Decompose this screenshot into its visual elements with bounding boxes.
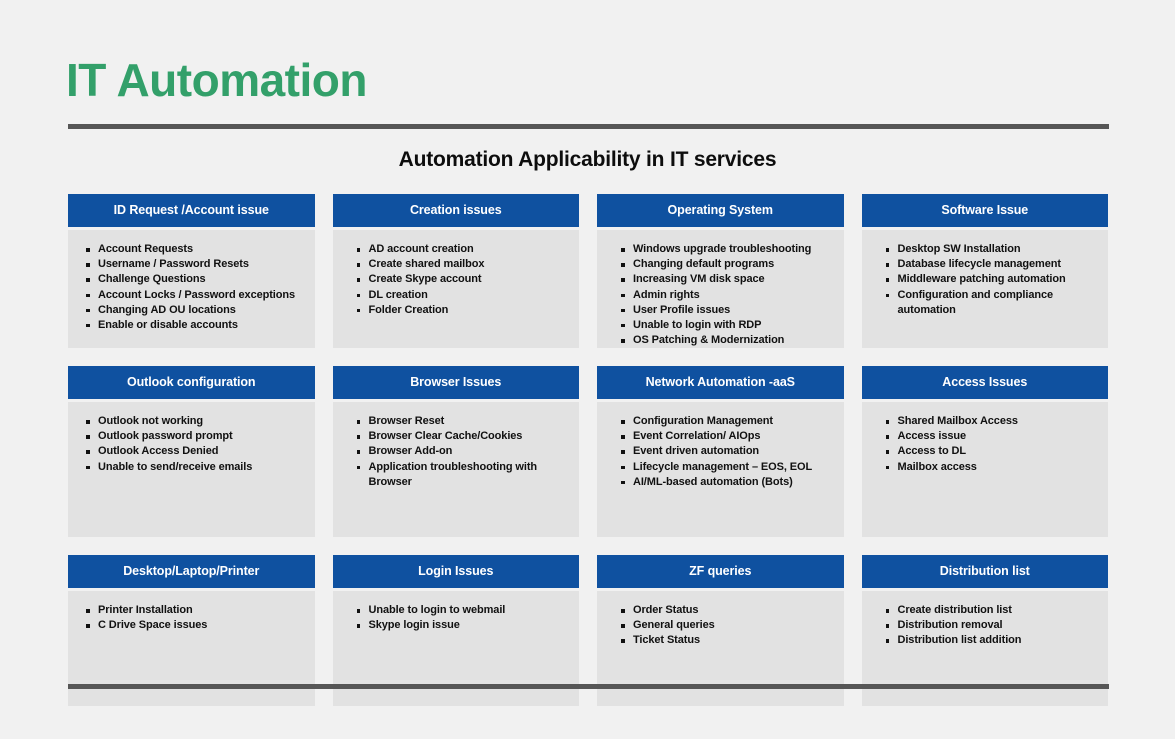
list-item: Browser Clear Cache/Cookies [356, 429, 570, 444]
list-item: Enable or disable accounts [86, 318, 305, 333]
divider-bottom [68, 684, 1109, 689]
list-item: Application troubleshooting with Browser [356, 460, 570, 490]
list-item: Folder Creation [356, 303, 570, 318]
list-item: Access to DL [885, 444, 1099, 459]
list-item: Database lifecycle management [885, 257, 1099, 272]
card-header: Distribution list [861, 555, 1108, 588]
list-item: Lifecycle management – EOS, EOL [621, 460, 834, 475]
list-item: Shared Mailbox Access [885, 414, 1099, 429]
card-header: Login Issues [332, 555, 579, 588]
card-item-list: Browser Reset Browser Clear Cache/Cookie… [349, 414, 570, 490]
card-body: Windows upgrade troubleshooting Changing… [597, 230, 844, 348]
list-item: Challenge Questions [86, 272, 305, 287]
card-software-issue[interactable]: Software Issue Desktop SW Installation D… [861, 194, 1108, 348]
list-item: AD account creation [356, 242, 570, 257]
card-header: Browser Issues [332, 366, 579, 399]
card-item-list: Printer Installation C Drive Space issue… [78, 603, 305, 633]
list-item: Admin rights [621, 288, 834, 303]
list-item: Printer Installation [86, 603, 305, 618]
slide-subtitle: Automation Applicability in IT services [398, 148, 777, 171]
card-body: Shared Mailbox Access Access issue Acces… [861, 402, 1108, 537]
list-item: Create shared mailbox [356, 257, 570, 272]
card-item-list: Account Requests Username / Password Res… [78, 242, 305, 333]
card-header: Desktop/Laptop/Printer [68, 555, 315, 588]
list-item: Username / Password Resets [86, 257, 305, 272]
card-body: Desktop SW Installation Database lifecyc… [861, 230, 1108, 348]
card-network-automation-aas[interactable]: Network Automation -aaS Configuration Ma… [597, 366, 844, 537]
card-body: Browser Reset Browser Clear Cache/Cookie… [332, 402, 579, 537]
card-operating-system[interactable]: Operating System Windows upgrade trouble… [597, 194, 844, 348]
card-creation-issues[interactable]: Creation issues AD account creation Crea… [332, 194, 579, 348]
list-item: Outlook password prompt [86, 429, 305, 444]
list-item: Event Correlation/ AIOps [621, 429, 834, 444]
list-item: Browser Add-on [356, 444, 570, 459]
card-item-list: Order Status General queries Ticket Stat… [613, 603, 834, 649]
list-item: AI/ML-based automation (Bots) [621, 475, 834, 490]
slide: IT Automation Automation Applicability i… [0, 0, 1175, 739]
card-item-list: Create distribution list Distribution re… [878, 603, 1099, 649]
list-item: Desktop SW Installation [885, 242, 1099, 257]
list-item: Browser Reset [356, 414, 570, 429]
card-header: Creation issues [332, 194, 579, 227]
card-header: ZF queries [597, 555, 844, 588]
list-item: Windows upgrade troubleshooting [621, 242, 834, 257]
list-item: Increasing VM disk space [621, 272, 834, 287]
list-item: User Profile issues [621, 303, 834, 318]
card-body: Account Requests Username / Password Res… [68, 230, 315, 348]
card-row: ID Request /Account issue Account Reques… [68, 194, 1108, 348]
card-item-list: Windows upgrade troubleshooting Changing… [613, 242, 834, 348]
list-item: Configuration and compliance automation [885, 288, 1099, 318]
list-item: Event driven automation [621, 444, 834, 459]
card-body: AD account creation Create shared mailbo… [332, 230, 579, 348]
card-outlook-configuration[interactable]: Outlook configuration Outlook not workin… [68, 366, 315, 537]
list-item: C Drive Space issues [86, 618, 305, 633]
card-body: Configuration Management Event Correlati… [597, 402, 844, 537]
card-item-list: Configuration Management Event Correlati… [613, 414, 834, 490]
list-item: Skype login issue [356, 618, 570, 633]
card-header: Network Automation -aaS [597, 366, 844, 399]
card-id-request-account-issue[interactable]: ID Request /Account issue Account Reques… [68, 194, 315, 348]
card-header: ID Request /Account issue [68, 194, 315, 227]
list-item: Distribution list addition [885, 633, 1099, 648]
card-item-list: Shared Mailbox Access Access issue Acces… [878, 414, 1099, 475]
list-item: Outlook not working [86, 414, 305, 429]
card-header: Outlook configuration [68, 366, 315, 399]
card-grid: ID Request /Account issue Account Reques… [68, 194, 1108, 706]
list-item: Unable to send/receive emails [86, 460, 305, 475]
card-header: Software Issue [861, 194, 1108, 227]
list-item: Changing default programs [621, 257, 834, 272]
list-item: Access issue [885, 429, 1099, 444]
list-item: Unable to login with RDP [621, 318, 834, 333]
list-item: General queries [621, 618, 834, 633]
list-item: DL creation [356, 288, 570, 303]
list-item: Distribution removal [885, 618, 1099, 633]
card-item-list: Outlook not working Outlook password pro… [78, 414, 305, 475]
list-item: Middleware patching automation [885, 272, 1099, 287]
page-title: IT Automation [66, 54, 367, 106]
list-item: Mailbox access [885, 460, 1099, 475]
divider-top [68, 124, 1109, 129]
list-item: Order Status [621, 603, 834, 618]
list-item: Create distribution list [885, 603, 1099, 618]
list-item: Create Skype account [356, 272, 570, 287]
card-item-list: AD account creation Create shared mailbo… [349, 242, 570, 318]
card-row: Outlook configuration Outlook not workin… [68, 366, 1108, 537]
card-body: Outlook not working Outlook password pro… [68, 402, 315, 537]
list-item: Changing AD OU locations [86, 303, 305, 318]
card-browser-issues[interactable]: Browser Issues Browser Reset Browser Cle… [332, 366, 579, 537]
card-item-list: Desktop SW Installation Database lifecyc… [878, 242, 1099, 318]
card-header: Operating System [597, 194, 844, 227]
list-item: OS Patching & Modernization [621, 333, 834, 348]
list-item: Outlook Access Denied [86, 444, 305, 459]
list-item: Account Locks / Password exceptions [86, 288, 305, 303]
list-item: Ticket Status [621, 633, 834, 648]
list-item: Unable to login to webmail [356, 603, 570, 618]
list-item: Configuration Management [621, 414, 834, 429]
card-item-list: Unable to login to webmail Skype login i… [349, 603, 570, 633]
list-item: Account Requests [86, 242, 305, 257]
card-access-issues[interactable]: Access Issues Shared Mailbox Access Acce… [861, 366, 1108, 537]
card-header: Access Issues [861, 366, 1108, 399]
